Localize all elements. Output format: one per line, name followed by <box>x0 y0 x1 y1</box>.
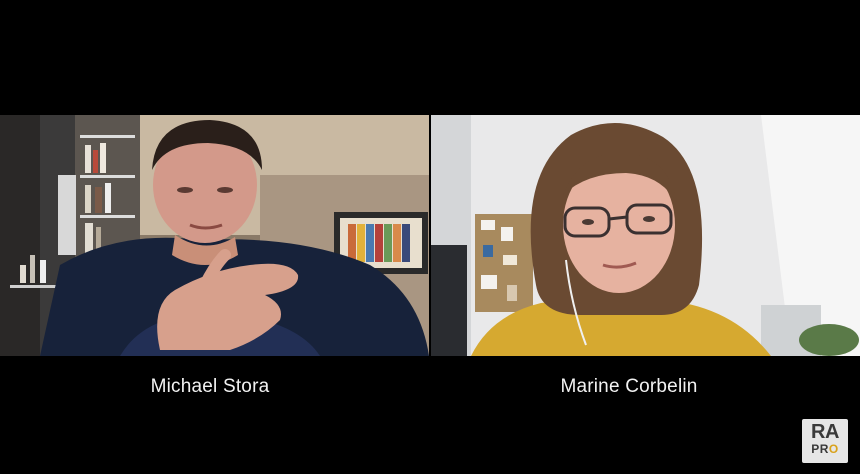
logo-sub-prefix: PR <box>811 442 829 456</box>
logo-main-text: RA <box>811 421 839 443</box>
participant-name-label: Michael Stora <box>150 376 270 397</box>
logo-sub-accent: O <box>828 442 839 456</box>
video-feed-left <box>0 115 429 356</box>
ra-pro-logo: RA PRO <box>802 419 848 463</box>
video-feed-right <box>431 115 860 356</box>
video-tile-marine-corbelin[interactable] <box>431 115 860 356</box>
video-tile-michael-stora[interactable] <box>0 115 429 356</box>
logo-sub-text: PRO <box>802 443 848 455</box>
participant-name-label: Marine Corbelin <box>560 376 698 397</box>
